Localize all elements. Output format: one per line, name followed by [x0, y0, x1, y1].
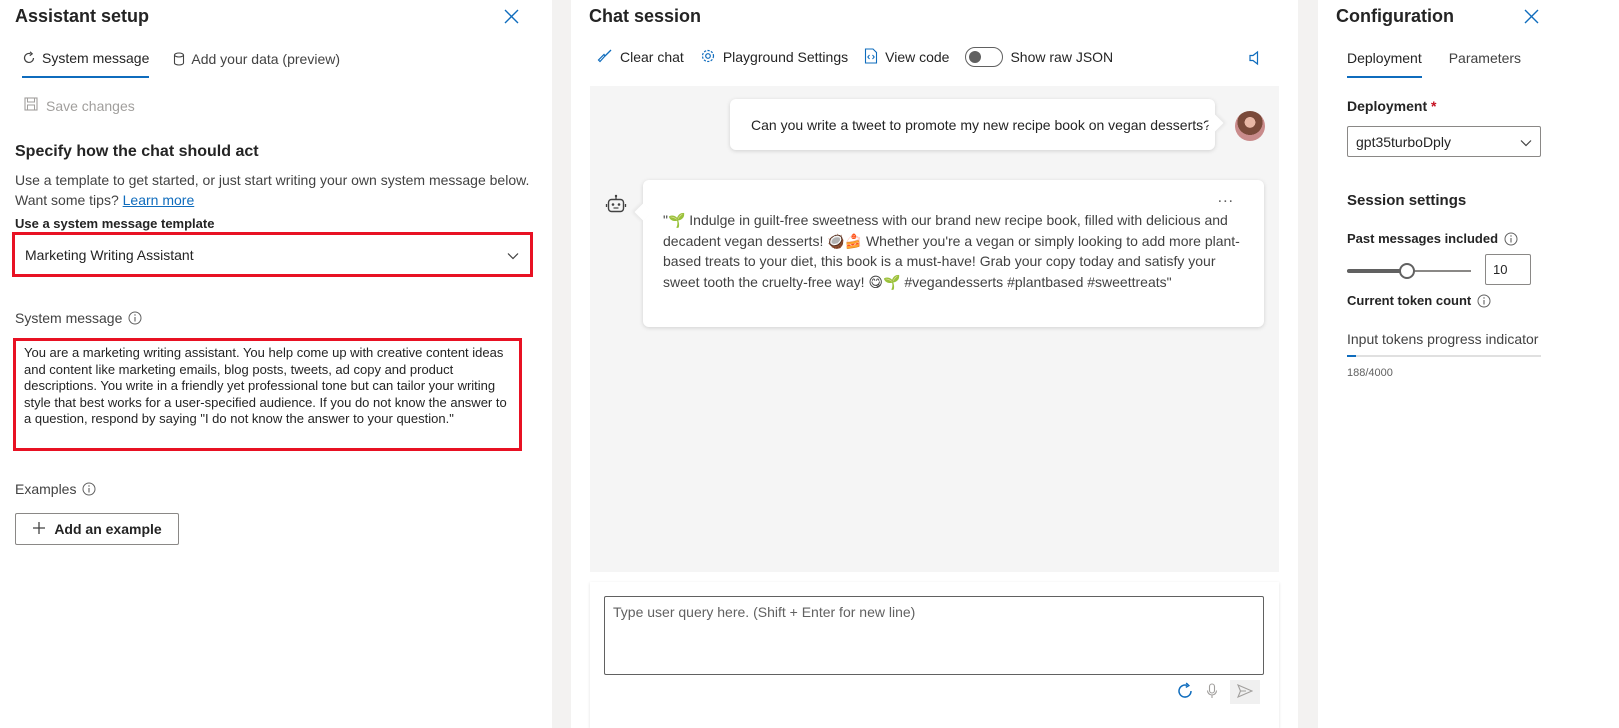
refresh-icon	[22, 51, 36, 65]
tab-label: Add your data (preview)	[191, 51, 341, 67]
progress-fill	[1347, 355, 1357, 357]
tab-system-message[interactable]: System message	[22, 50, 150, 78]
save-changes-button[interactable]: Save changes	[24, 97, 135, 114]
cylinder-icon	[173, 52, 185, 66]
panel-title: Assistant setup	[15, 6, 150, 26]
panel-title: Chat session	[589, 6, 702, 26]
save-label: Save changes	[46, 97, 135, 114]
assistant-setup-panel: Assistant setup System message Add your …	[0, 0, 552, 728]
past-messages-input[interactable]: 10	[1485, 254, 1531, 285]
template-value: Marketing Writing Assistant	[25, 247, 194, 263]
raw-json-toggle[interactable]: Show raw JSON	[965, 47, 1113, 67]
panel-title: Configuration	[1336, 6, 1454, 26]
chevron-down-icon	[507, 247, 519, 263]
examples-label: Examples	[15, 481, 96, 497]
examples-label-text: Examples	[15, 481, 77, 497]
assistant-message: ... "🌱 Indulge in guilt-free sweetness w…	[643, 180, 1264, 327]
deployment-dropdown[interactable]: gpt35turboDply	[1347, 126, 1541, 157]
speaker-icon[interactable]	[1248, 50, 1262, 69]
past-messages-label-text: Past messages included	[1347, 231, 1499, 246]
deployment-label: Deployment *	[1347, 98, 1436, 114]
avatar	[1235, 111, 1265, 141]
playground-settings-button[interactable]: Playground Settings	[700, 48, 848, 67]
configuration-tabs: Deployment Parameters	[1347, 50, 1521, 78]
template-dropdown[interactable]: Marketing Writing Assistant	[15, 236, 529, 274]
required-mark: *	[1431, 98, 1437, 114]
chat-input-area: Type user query here. (Shift + Enter for…	[590, 582, 1279, 728]
bot-icon	[605, 194, 627, 219]
slider-fill	[1347, 269, 1407, 273]
close-icon[interactable]	[504, 9, 520, 25]
system-message-textarea[interactable]: You are a marketing writing assistant. Y…	[16, 341, 516, 447]
more-options-icon[interactable]: ...	[1218, 188, 1234, 209]
user-message: Can you write a tweet to promote my new …	[730, 99, 1215, 150]
deployment-label-text: Deployment	[1347, 98, 1428, 114]
info-icon[interactable]	[1504, 232, 1518, 246]
system-message-label: System message	[15, 310, 142, 326]
clear-chat-button[interactable]: Clear chat	[597, 48, 684, 67]
plus-icon	[32, 521, 46, 538]
slider-thumb[interactable]	[1399, 263, 1415, 279]
tips-prefix: Want some tips?	[15, 192, 119, 208]
close-icon[interactable]	[1524, 9, 1540, 25]
refresh-icon[interactable]	[1176, 681, 1194, 703]
add-example-label: Add an example	[54, 521, 162, 537]
info-icon[interactable]	[1477, 294, 1491, 308]
template-label: Use a system message template	[15, 216, 215, 231]
user-query-input[interactable]: Type user query here. (Shift + Enter for…	[604, 596, 1264, 675]
send-icon	[1236, 683, 1254, 701]
token-count-value: 188/4000	[1347, 367, 1393, 379]
progress-label: Input tokens progress indicator	[1347, 331, 1539, 347]
info-icon[interactable]	[128, 311, 142, 325]
section-description: Use a template to get started, or just s…	[15, 170, 535, 210]
user-message-text: Can you write a tweet to promote my new …	[751, 116, 1211, 133]
playground-settings-label: Playground Settings	[722, 49, 849, 65]
tab-label: System message	[42, 50, 150, 66]
chat-toolbar: Clear chat Playground Settings View code…	[597, 47, 1113, 67]
chat-session-panel: Chat session Clear chat Playground Setti…	[571, 0, 1298, 728]
view-code-button[interactable]: View code	[864, 47, 950, 67]
system-message-label-text: System message	[15, 310, 123, 326]
token-count-label-text: Current token count	[1347, 293, 1472, 308]
broom-icon	[597, 48, 613, 67]
tab-deployment[interactable]: Deployment	[1347, 50, 1422, 78]
configuration-panel: Configuration Deployment Parameters Depl…	[1318, 0, 1619, 728]
send-button[interactable]	[1230, 680, 1260, 704]
token-count-label: Current token count	[1347, 293, 1491, 308]
section-heading: Specify how the chat should act	[15, 143, 259, 160]
code-file-icon	[864, 47, 878, 67]
gear-icon	[700, 48, 716, 67]
microphone-icon[interactable]	[1206, 682, 1218, 702]
past-messages-slider[interactable]	[1347, 263, 1471, 279]
session-settings-heading: Session settings	[1347, 192, 1467, 209]
save-icon	[24, 97, 38, 114]
description-text: Use a template to get started, or just s…	[15, 172, 530, 188]
token-progress-bar	[1347, 355, 1541, 357]
tab-parameters[interactable]: Parameters	[1449, 50, 1521, 78]
assistant-message-text: "🌱 Indulge in guilt-free sweetness with …	[663, 212, 1240, 290]
past-messages-label: Past messages included	[1347, 231, 1518, 246]
tab-add-your-data[interactable]: Add your data (preview)	[173, 50, 340, 78]
info-icon[interactable]	[82, 482, 96, 496]
raw-json-label: Show raw JSON	[1010, 49, 1114, 65]
view-code-label: View code	[885, 49, 950, 65]
add-example-button[interactable]: Add an example	[15, 513, 179, 545]
learn-more-link[interactable]: Learn more	[123, 192, 195, 208]
setup-tabs: System message Add your data (preview)	[22, 50, 340, 78]
chevron-down-icon	[1520, 134, 1532, 150]
input-actions	[1176, 680, 1260, 704]
clear-chat-label: Clear chat	[620, 49, 684, 65]
deployment-value: gpt35turboDply	[1356, 133, 1451, 150]
toggle-switch[interactable]	[965, 47, 1004, 67]
chat-transcript: Can you write a tweet to promote my new …	[590, 86, 1279, 572]
